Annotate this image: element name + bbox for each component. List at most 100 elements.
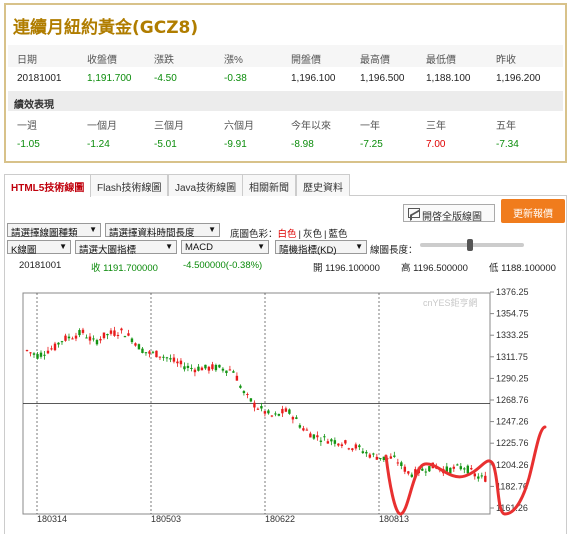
candle-body [337, 443, 340, 446]
candle-body [200, 367, 204, 371]
candle-body [281, 408, 284, 414]
candlestick-chart[interactable]: cnYES鉅亨網 1376.25 1354.75 1333.25 1311.75 1290… [5, 196, 566, 534]
quote-value-cell-1: 1,191.700 [87, 73, 132, 84]
candle-body [389, 456, 393, 459]
candle-body [137, 344, 141, 350]
candle-body [340, 444, 344, 447]
candle-body [428, 466, 431, 472]
tab-html5-chart[interactable]: HTML5技術線圖 [4, 174, 92, 197]
quote-title: 連續月紐約黃金(GCZ8) [13, 18, 199, 38]
candle-body [50, 348, 53, 350]
candle-body [316, 435, 319, 438]
candle-body [249, 398, 253, 402]
candle-body [284, 408, 288, 412]
candle-body [232, 371, 235, 373]
performance-header-cell-7: 五年 [496, 121, 516, 132]
performance-value-cell-6: 7.00 [426, 139, 446, 150]
candle-body [379, 458, 382, 460]
performance-header-cell-4: 今年以來 [291, 121, 331, 132]
candle-body [169, 358, 172, 360]
quote-value-cell-2: -4.50 [154, 73, 177, 84]
candle-body [81, 329, 85, 333]
candle-body [29, 352, 32, 354]
performance-value-cell-3: -9.91 [224, 139, 247, 150]
tab-related-news[interactable]: 相關新聞 [242, 174, 296, 196]
quote-value-cell-6: 1,188.100 [426, 73, 471, 84]
candle-body [477, 476, 480, 479]
performance-header-cell-3: 六個月 [224, 121, 254, 132]
candle-body [459, 466, 463, 470]
candle-body [480, 475, 484, 477]
performance-value-cell-2: -5.01 [154, 139, 177, 150]
candle-body [134, 343, 137, 346]
y-tick-label: 1225.76 [496, 438, 529, 448]
candle-body [456, 464, 459, 466]
candle-body [214, 364, 218, 371]
candle-body [274, 413, 277, 415]
performance-header-row: 一週 一個月 三個月 六個月 今年以來 一年 三年 五年 [8, 111, 563, 133]
candle-body [309, 433, 312, 438]
quote-value-cell-3: -0.38 [224, 73, 247, 84]
candle-body [141, 348, 144, 353]
watermark: cnYES鉅亨網 [423, 297, 478, 308]
candle-body [43, 354, 46, 356]
y-tick-label: 1354.75 [496, 309, 529, 319]
tab-flash-chart[interactable]: Flash技術線圖 [90, 174, 169, 196]
candle-body [99, 338, 102, 341]
candle-body [403, 466, 407, 472]
y-tick-label: 1311.75 [496, 352, 528, 362]
candle-body [354, 444, 358, 449]
candle-body [186, 365, 190, 368]
candle-body [351, 448, 354, 451]
candle-body [298, 425, 302, 428]
performance-value-cell-4: -8.98 [291, 139, 314, 150]
candle-body [424, 471, 428, 473]
performance-value-cell-7: -7.34 [496, 139, 519, 150]
candle-body [218, 364, 221, 368]
candle-body [473, 473, 477, 477]
candle-body [190, 367, 193, 369]
candle-body [260, 406, 263, 409]
candle-body [127, 333, 130, 336]
candle-body [92, 338, 95, 340]
candle-body [452, 466, 456, 469]
candle-body [463, 468, 466, 470]
quote-value-row: 20181001 1,191.700 -4.50 -0.38 1,196.100 1,19… [8, 67, 563, 89]
candle-body [207, 366, 211, 371]
candle-body [130, 338, 134, 343]
candle-body [39, 352, 43, 357]
candle-body [74, 335, 78, 339]
tab-java-chart[interactable]: Java技術線圖 [168, 174, 244, 196]
candle-body [242, 391, 246, 394]
candle-body [158, 356, 162, 358]
performance-header-cell-5: 一年 [360, 121, 380, 132]
candle-body [470, 468, 473, 470]
candle-body [326, 441, 330, 444]
performance-header-cell-0: 一週 [17, 121, 37, 132]
chart-tabs: HTML5技術線圖 Flash技術線圖 Java技術線圖 相關新聞 歷史資料 [4, 174, 567, 197]
candle-body [253, 402, 256, 408]
tab-history-data[interactable]: 歷史資料 [296, 174, 350, 196]
performance-header-cell-1: 一個月 [87, 121, 117, 132]
performance-header-cell-6: 三年 [426, 121, 446, 132]
candle-body [25, 350, 29, 352]
candle-body [113, 330, 116, 336]
candle-body [466, 465, 470, 474]
candle-body [256, 408, 260, 410]
quote-header-cell-5: 最高價 [360, 55, 390, 66]
candle-body [228, 369, 232, 371]
candle-body [400, 462, 403, 467]
candle-body [176, 361, 179, 364]
candle-body [221, 368, 225, 371]
candle-body [347, 448, 351, 450]
candle-body [148, 351, 151, 354]
candle-body [204, 364, 207, 369]
quote-header-cell-0: 日期 [17, 55, 37, 66]
quote-value-cell-7: 1,196.200 [496, 73, 541, 84]
candle-body [197, 366, 200, 371]
candle-body [372, 453, 375, 455]
candle-body [211, 364, 214, 370]
candle-body [295, 417, 298, 419]
candle-body [302, 428, 305, 431]
candle-body [109, 330, 113, 334]
